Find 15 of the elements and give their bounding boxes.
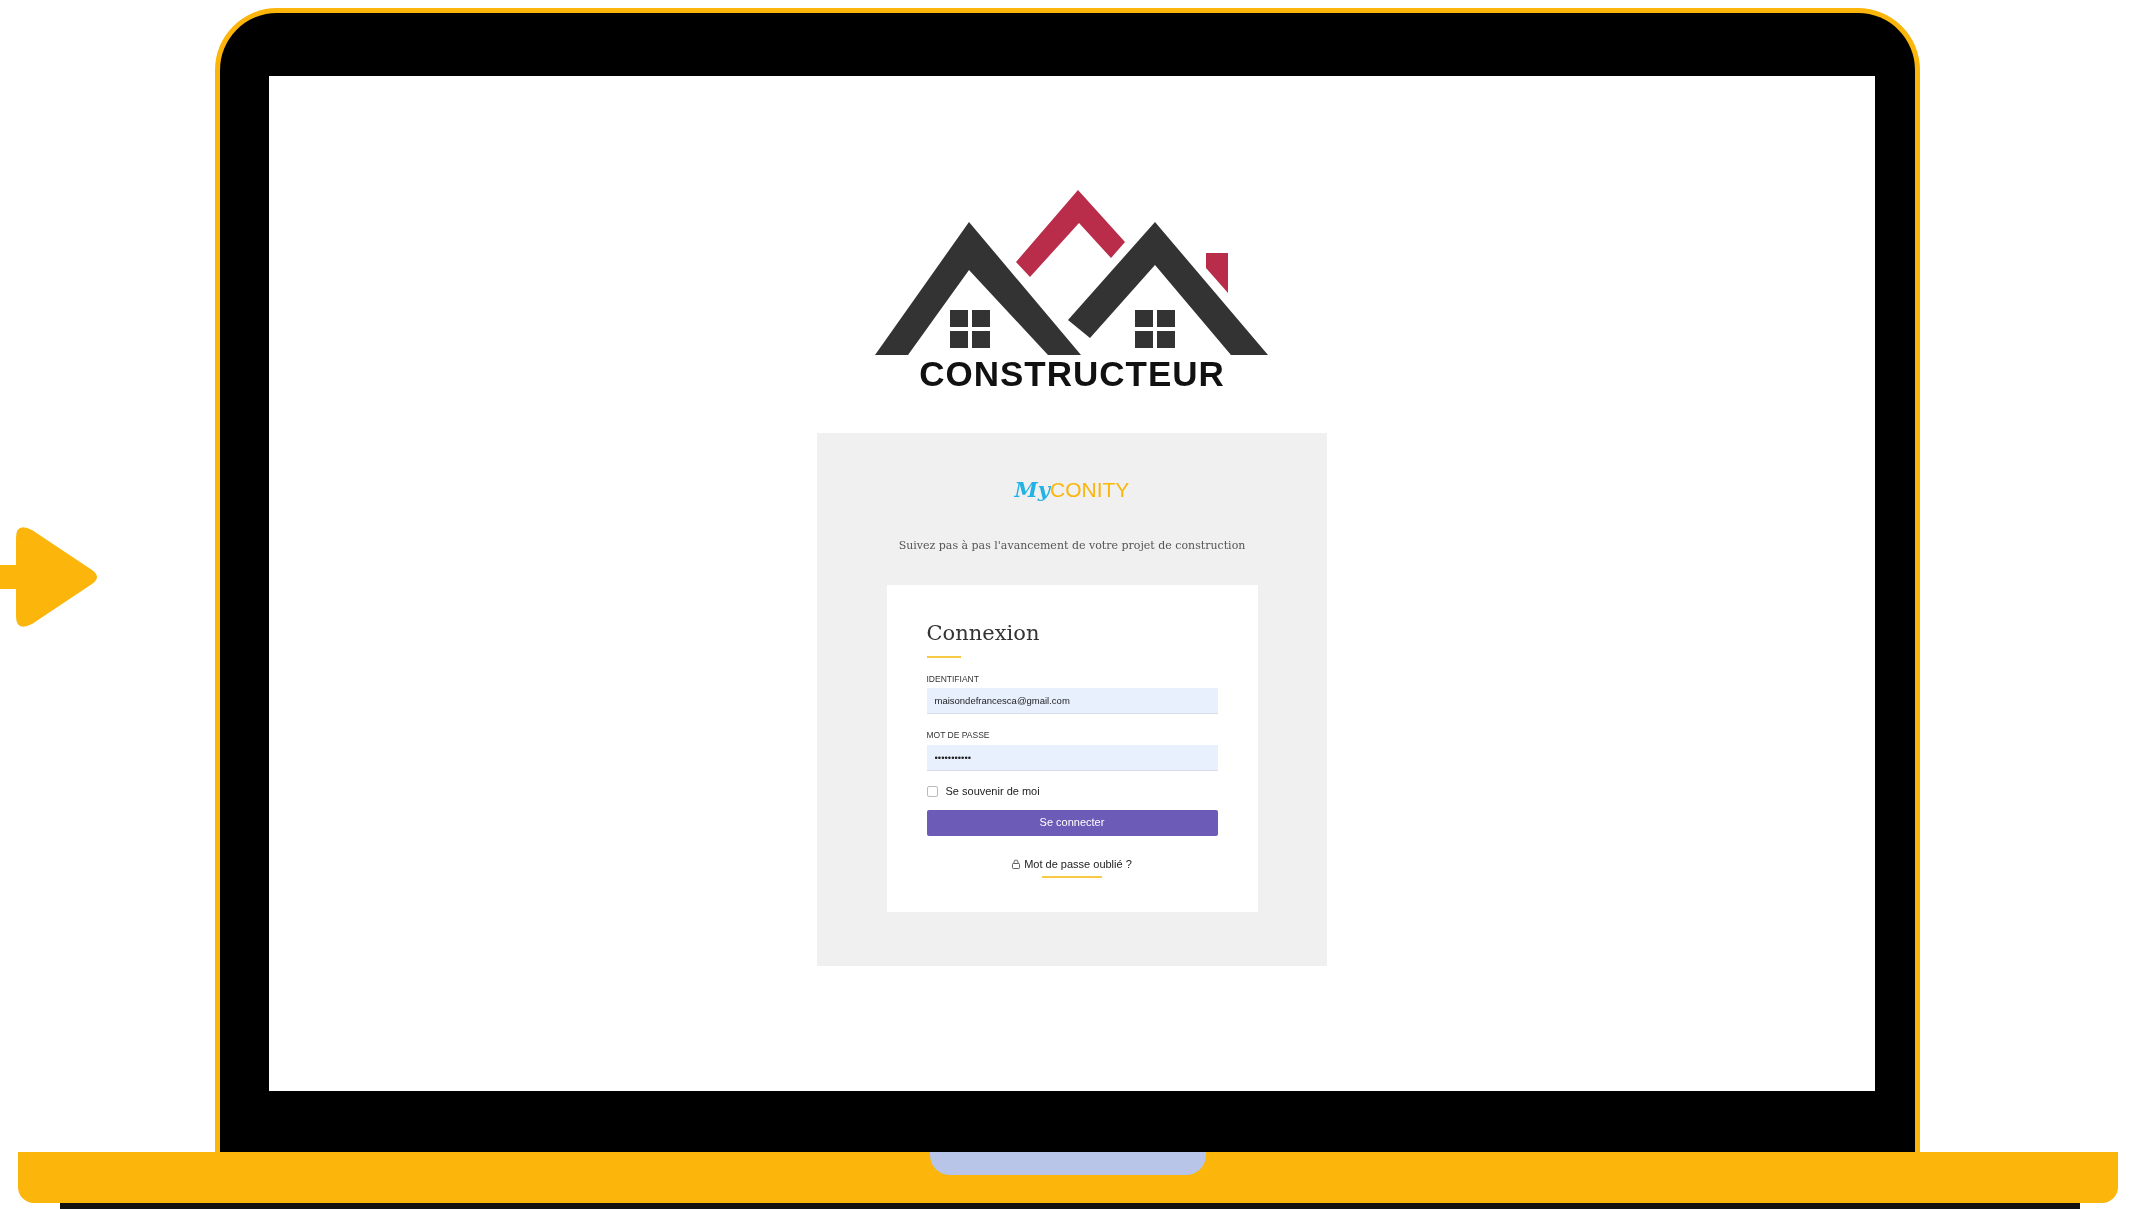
field-label: IDENTIFIANT: [926, 672, 980, 686]
title-underline: [926, 655, 961, 658]
brand-logo: MyCONITY: [1014, 479, 1130, 500]
lock-icon: [1012, 858, 1021, 869]
field-label: MOT DE PASSE: [926, 729, 991, 742]
login-title: Connexion: [926, 622, 1041, 644]
remember-checkbox[interactable]: [926, 785, 938, 797]
remember-label: Se souvenir de moi: [945, 784, 1040, 799]
forgot-password-link[interactable]: Mot de passe oublié ?: [1024, 855, 1132, 872]
username-field[interactable]: maisondefrancesca@gmail.com: [926, 688, 1218, 715]
logo-text: CONSTRUCTEUR: [919, 356, 1225, 391]
link-underline: [1042, 876, 1102, 878]
tagline: Suivez pas à pas l'avancement de votre projet de construction: [898, 538, 1246, 554]
login-button[interactable]: Se connecter: [926, 809, 1218, 836]
password-field[interactable]: •••••••••••: [926, 745, 1218, 771]
